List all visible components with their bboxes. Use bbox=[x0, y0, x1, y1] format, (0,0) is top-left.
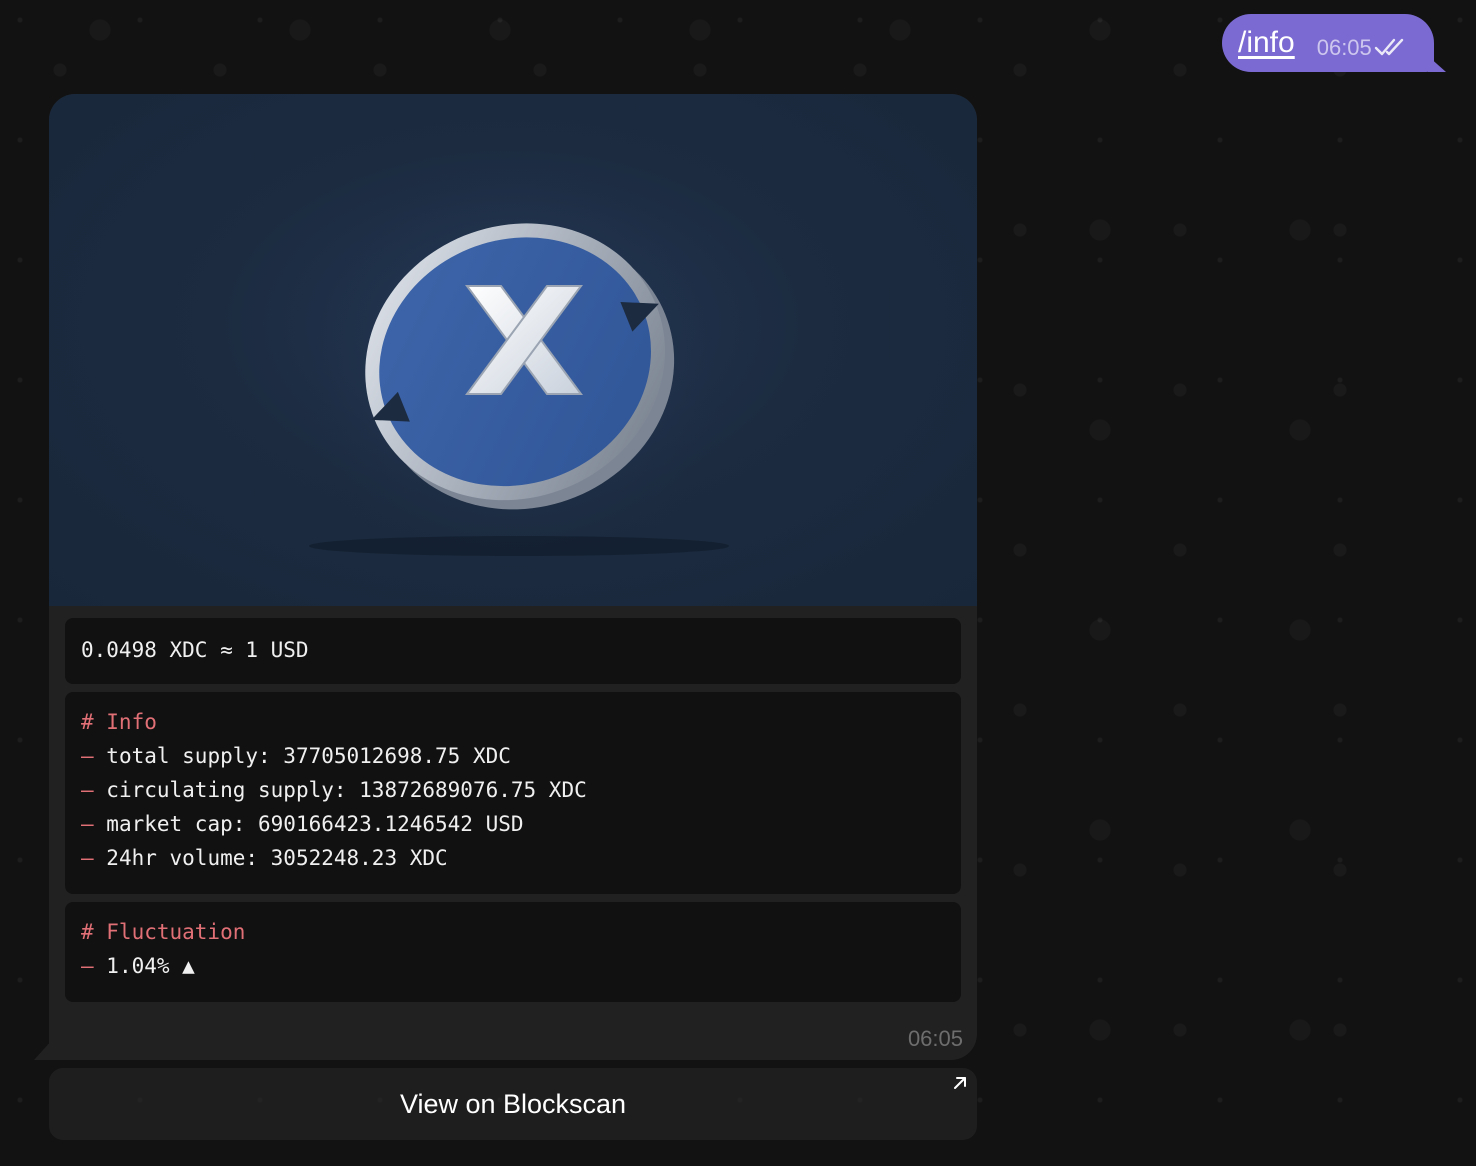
double-check-icon bbox=[1374, 38, 1403, 56]
outgoing-message-time: 06:05 bbox=[1316, 35, 1372, 60]
bullet-dash: – bbox=[81, 812, 94, 836]
command-link[interactable]: /info bbox=[1238, 26, 1295, 60]
incoming-message-time: 06:05 bbox=[907, 1026, 963, 1051]
xdc-coin-logo: X bbox=[274, 139, 754, 579]
outgoing-message-bubble: /info 06:05 bbox=[1222, 14, 1434, 72]
bullet-dash: – bbox=[81, 954, 94, 978]
view-on-blockscan-label: View on Blockscan bbox=[399, 1088, 627, 1119]
market-cap-line: market cap: 690166423.1246542 USD bbox=[93, 812, 524, 836]
view-on-blockscan-button[interactable]: View on Blockscan bbox=[49, 1068, 977, 1140]
coin-image[interactable]: X bbox=[49, 94, 977, 606]
total-supply-line: total supply: 37705012698.75 XDC bbox=[93, 744, 511, 768]
fluctuation-code-block[interactable]: # Fluctuation – 1.04% ▲ bbox=[65, 902, 961, 1002]
info-heading: # Info bbox=[81, 710, 157, 734]
fluctuation-line: 1.04% ▲ bbox=[93, 954, 195, 978]
bullet-dash: – bbox=[81, 778, 94, 802]
fluctuation-heading: # Fluctuation bbox=[81, 920, 246, 944]
bullet-dash: – bbox=[81, 846, 94, 870]
circulating-supply-line: circulating supply: 13872689076.75 XDC bbox=[93, 778, 587, 802]
price-code-block[interactable]: 0.0498 XDC ≈ 1 USD bbox=[65, 618, 961, 684]
price-text: 0.0498 XDC ≈ 1 USD bbox=[81, 638, 309, 662]
open-link-arrow-icon bbox=[954, 1077, 966, 1089]
incoming-message-card: X 0.0498 XDC ≈ 1 USD # Info – total supp… bbox=[49, 94, 977, 1060]
info-code-block[interactable]: # Info – total supply: 37705012698.75 XD… bbox=[65, 692, 961, 894]
bullet-dash: – bbox=[81, 744, 94, 768]
volume-line: 24hr volume: 3052248.23 XDC bbox=[93, 846, 448, 870]
